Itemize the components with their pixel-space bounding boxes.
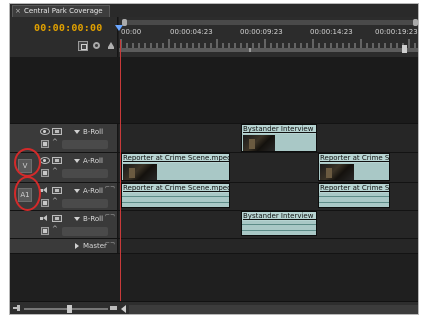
- keyframe-nav-icon[interactable]: ^: [52, 197, 60, 205]
- keyframe-control: [62, 227, 108, 236]
- ruler-label: 00:00:04:23: [170, 28, 213, 36]
- playhead-handle[interactable]: [115, 25, 123, 31]
- snap-icon[interactable]: [78, 41, 88, 51]
- corner-marks: ⌐¬: [104, 212, 115, 219]
- clip-thumbnail: [320, 164, 354, 180]
- audio-waveform: [122, 193, 229, 206]
- zoom-out-icon[interactable]: [13, 304, 21, 312]
- annotation-ellipse-a1: [14, 176, 41, 211]
- timeline-panel: × Central Park Coverage 00:00:00:00 00:0…: [9, 3, 419, 315]
- clip-reporter-video-2[interactable]: Reporter at Crime Sce: [318, 153, 390, 181]
- empty-track-area: [10, 57, 418, 123]
- set-marker-icon[interactable]: [92, 41, 102, 51]
- ruler-label: 00:00:09:23: [240, 28, 283, 36]
- collapse-arrow-icon[interactable]: [75, 243, 79, 249]
- time-ruler[interactable]: 00:00 00:00:04:23 00:00:09:23 00:00:14:2…: [115, 17, 418, 57]
- close-icon[interactable]: ×: [15, 6, 21, 17]
- track-divider: [10, 253, 418, 254]
- keyframe-control: [62, 169, 108, 178]
- keyframe-control: [62, 140, 108, 149]
- zoom-slider-thumb[interactable]: [67, 305, 72, 313]
- toggle-icon[interactable]: [41, 199, 49, 207]
- zoom-slider[interactable]: [24, 305, 108, 313]
- eye-icon[interactable]: [40, 128, 50, 135]
- track-header-b-roll-audio: B-Roll ^ ⌐¬: [10, 211, 118, 238]
- expand-arrow-icon[interactable]: [74, 159, 80, 163]
- track-name: B-Roll: [83, 128, 104, 136]
- ruler-label: 00:00:19:23: [375, 28, 418, 36]
- film-icon[interactable]: [52, 157, 62, 164]
- ruler-label: 00:00: [121, 28, 142, 36]
- zoom-in-icon[interactable]: [110, 304, 118, 312]
- scroll-left-arrow-icon[interactable]: [121, 305, 126, 313]
- sequence-tab-label: Central Park Coverage: [24, 7, 103, 15]
- timeline-bottom-bar: [10, 301, 418, 314]
- track-content-master[interactable]: [119, 239, 418, 253]
- track-name: Master: [83, 242, 107, 250]
- speaker-icon[interactable]: [40, 187, 50, 194]
- ruler-label: 00:00:14:23: [310, 28, 353, 36]
- clip-title: Reporter at Crime Sce: [320, 184, 390, 192]
- clip-title: Reporter at Crime Scene.mpeg [A: [123, 184, 230, 192]
- horizontal-scrollbar[interactable]: [129, 305, 418, 314]
- annotation-ellipse-v: [14, 148, 41, 177]
- keyframe-nav-icon[interactable]: ^: [52, 167, 60, 175]
- corner-marks: ⌐¬: [104, 184, 115, 191]
- clip-bystander-interview-video[interactable]: Bystander Interview 0: [241, 124, 317, 152]
- clip-title: Bystander Interview 0: [243, 125, 317, 133]
- expand-arrow-icon[interactable]: [74, 217, 80, 221]
- track-name: B-Roll: [83, 215, 104, 223]
- clip-thumbnail: [243, 135, 275, 151]
- track-content-a-roll-audio[interactable]: Reporter at Crime Scene.mpeg [A Reporter…: [119, 183, 418, 210]
- keyframe-nav-icon[interactable]: ^: [52, 138, 60, 146]
- clip-reporter-video-1[interactable]: Reporter at Crime Scene.mpeg [V: [121, 153, 230, 181]
- track-name: A-Roll: [83, 187, 103, 195]
- current-timecode[interactable]: 00:00:00:00: [34, 23, 102, 34]
- keyframe-nav-icon[interactable]: ^: [52, 225, 60, 233]
- expand-arrow-icon[interactable]: [74, 189, 80, 193]
- audio-waveform: [242, 221, 316, 234]
- clip-reporter-audio-2[interactable]: Reporter at Crime Sce: [318, 183, 390, 208]
- clip-title: Reporter at Crime Scene.mpeg [V: [123, 154, 230, 162]
- clip-title: Reporter at Crime Sce: [320, 154, 390, 162]
- work-area-end-handle[interactable]: [402, 45, 407, 53]
- viewing-area-right-handle[interactable]: [413, 19, 418, 26]
- toggle-icon[interactable]: [41, 140, 49, 148]
- sequence-tab[interactable]: × Central Park Coverage: [12, 5, 110, 17]
- film-icon[interactable]: [52, 128, 62, 135]
- work-area-marker: [249, 48, 251, 52]
- track-header-master: Master ⌐¬: [10, 239, 118, 253]
- playhead-line[interactable]: [120, 40, 121, 314]
- clip-reporter-audio-1[interactable]: Reporter at Crime Scene.mpeg [A: [121, 183, 230, 208]
- audio-waveform: [319, 193, 389, 206]
- viewing-area-bar[interactable]: [122, 19, 418, 26]
- ruler-ticks: [120, 39, 416, 48]
- work-area-bar[interactable]: [119, 48, 418, 52]
- eye-icon[interactable]: [40, 157, 50, 164]
- timeline-header-controls: 00:00:00:00: [10, 17, 118, 57]
- tab-bar: × Central Park Coverage: [10, 4, 418, 17]
- film-icon[interactable]: [52, 187, 62, 194]
- speaker-icon[interactable]: [40, 215, 50, 222]
- expand-arrow-icon[interactable]: [74, 130, 80, 134]
- track-content-a-roll-video[interactable]: Reporter at Crime Scene.mpeg [V Reporter…: [119, 153, 418, 182]
- track-content-b-roll-audio[interactable]: Bystander Interview 0: [119, 211, 418, 238]
- corner-marks: ⌐¬: [104, 240, 115, 247]
- clip-thumbnail: [123, 164, 157, 180]
- toggle-icon[interactable]: [41, 227, 49, 235]
- clip-bystander-interview-audio[interactable]: Bystander Interview 0: [241, 211, 317, 236]
- toggle-icon[interactable]: [41, 169, 49, 177]
- keyframe-control: [62, 199, 108, 208]
- track-content-b-roll-video[interactable]: Bystander Interview 0: [119, 124, 418, 152]
- film-icon[interactable]: [52, 215, 62, 222]
- clip-title: Bystander Interview 0: [243, 212, 317, 220]
- sequence-settings-icon[interactable]: [106, 41, 116, 51]
- track-name: A-Roll: [83, 157, 103, 165]
